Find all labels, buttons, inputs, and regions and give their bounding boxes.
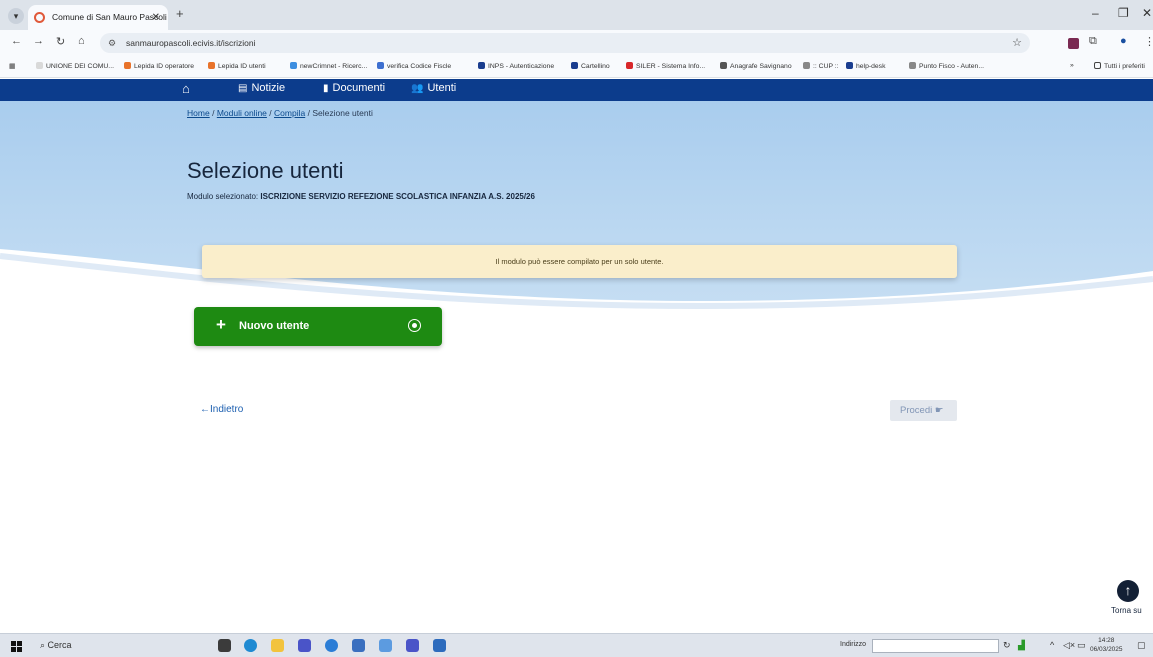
bookmark-item[interactable]: INPS - Autenticazione [478,62,554,70]
url-input[interactable]: ⚙ sanmauropascoli.ecivis.it/iscrizioni ☆ [100,33,1030,53]
back-arrow-icon[interactable]: ← [11,35,22,47]
bookmark-item[interactable]: Lepida ID utenti [208,62,266,70]
bookmark-item[interactable]: verifica Codice Fiscle [377,62,451,70]
network-icon[interactable]: ▭ [1077,640,1086,651]
tab-search-icon[interactable]: ▾ [8,8,24,24]
breadcrumb-home[interactable]: Home [187,108,210,118]
app-icon[interactable] [406,639,419,652]
page-title: Selezione utenti [187,158,344,183]
task-view-icon[interactable] [218,639,231,652]
newspaper-icon: ▤ [238,83,248,94]
url-text: sanmauropascoli.ecivis.it/iscrizioni [126,38,256,48]
address-toolbar-input[interactable] [872,639,999,653]
bookmarks-bar: ▦ UNIONE DEI COMU... Lepida ID operatore… [0,56,1153,78]
document-icon: ▮ [323,83,329,94]
new-tab-icon[interactable]: + [176,6,184,21]
extension-icon[interactable] [1068,38,1079,49]
breadcrumb-modules[interactable]: Moduli online [217,108,267,118]
breadcrumb-compile[interactable]: Compila [274,108,305,118]
home-icon[interactable]: ⌂ [78,35,85,47]
address-toolbar-label: Indirizzo [840,641,867,648]
bookmark-item[interactable]: Lepida ID operatore [124,62,194,70]
address-bar-row: ← → ↻ ⌂ ⚙ sanmauropascoli.ecivis.it/iscr… [0,30,1153,56]
chrome-icon[interactable] [325,639,338,652]
apps-grid-icon[interactable]: ▦ [9,62,15,70]
app-icon[interactable] [298,639,311,652]
bookmark-item[interactable]: Punto Fisco - Auten... [909,62,984,70]
selected-module-line: Modulo selezionato: ISCRIZIONE SERVIZIO … [187,192,535,201]
breadcrumb-current: Selezione utenti [312,108,373,118]
edge-icon[interactable] [244,639,257,652]
bookmark-item[interactable]: :: CUP :: [803,62,839,70]
refresh-icon[interactable]: ↻ [1003,640,1011,651]
site-favicon-icon [34,12,45,23]
app-icon[interactable] [379,639,392,652]
tab-title: Comune di San Mauro Pascoli [52,12,167,22]
left-arrow-icon: ← [200,404,210,415]
breadcrumb: Home / Moduli online / Compila / Selezio… [187,108,373,118]
all-bookmarks-folder[interactable]: Tutti i preferiti [1094,62,1145,70]
selected-module-name: ISCRIZIONE SERVIZIO REFEZIONE SCOLASTICA… [260,192,535,201]
bookmark-star-icon[interactable]: ☆ [1012,33,1022,53]
radio-selected-icon [408,319,421,332]
users-icon: 👥 [411,83,424,94]
menu-icon[interactable]: ⋮ [1144,35,1153,48]
proceed-button[interactable]: Procedi ☛ [890,400,957,421]
restore-icon[interactable]: ❐ [1118,6,1129,20]
extensions-puzzle-icon[interactable]: ⧉ [1089,35,1097,48]
os-taskbar: ⌕ Cerca Indirizzo ↻ ▟ ^ ◁× ▭ 14:28 06/03… [0,633,1153,657]
bookmark-item[interactable]: UNIONE DEI COMU... [36,62,114,70]
app-icon[interactable] [352,639,365,652]
bookmark-item[interactable]: Cartellino [571,62,610,70]
plus-icon: + [216,315,226,334]
close-window-icon[interactable]: ✕ [1142,6,1152,20]
notifications-icon[interactable]: ▢ [1137,640,1146,651]
site-settings-icon[interactable]: ⚙ [108,33,116,53]
hero-banner [0,101,1153,311]
nav-documents[interactable]: ▮ Documenti [323,82,385,94]
minimize-icon[interactable]: – [1092,6,1099,20]
app-icon[interactable] [433,639,446,652]
more-bookmarks-icon[interactable]: » [1070,62,1074,69]
network-signal-icon[interactable]: ▟ [1018,640,1025,651]
single-user-notice: Il modulo può essere compilato per un so… [202,245,957,278]
bookmark-item[interactable]: Anagrafe Savignano [720,62,792,70]
new-user-button[interactable]: + Nuovo utente [194,307,442,346]
clock[interactable]: 14:28 06/03/2025 [1090,636,1123,654]
bookmark-item[interactable]: newCrimnet - Ricerc... [290,62,367,70]
back-to-top-button[interactable]: ↑ [1117,580,1139,602]
taskbar-search[interactable]: ⌕ Cerca [40,640,72,651]
site-nav-bar: ⌂ ▤ Notizie ▮ Documenti 👥 Utenti [0,79,1153,101]
tray-expand-icon[interactable]: ^ [1050,640,1054,650]
profile-icon[interactable]: ● [1120,35,1127,47]
pointing-hand-icon: ☛ [934,405,944,416]
nav-news[interactable]: ▤ Notizie [238,82,285,94]
browser-tab-bar: ▾ Comune di San Mauro Pascoli ✕ + – ❐ ✕ [0,0,1153,30]
forward-arrow-icon[interactable]: → [33,35,44,47]
home-nav-icon[interactable]: ⌂ [182,81,190,96]
browser-tab[interactable]: Comune di San Mauro Pascoli ✕ [28,5,168,30]
reload-icon[interactable]: ↻ [56,35,65,48]
volume-icon[interactable]: ◁× [1063,640,1075,651]
close-tab-icon[interactable]: ✕ [152,5,160,30]
back-to-top-label: Torna su [1111,606,1142,615]
nav-users[interactable]: 👥 Utenti [411,82,456,94]
new-user-label: Nuovo utente [239,320,310,332]
file-explorer-icon[interactable] [271,639,284,652]
windows-start-icon[interactable] [11,641,22,652]
back-link[interactable]: ←Indietro [200,404,243,415]
bookmark-item[interactable]: help-desk [846,62,885,70]
bookmark-item[interactable]: SILER - Sistema Info... [626,62,705,70]
